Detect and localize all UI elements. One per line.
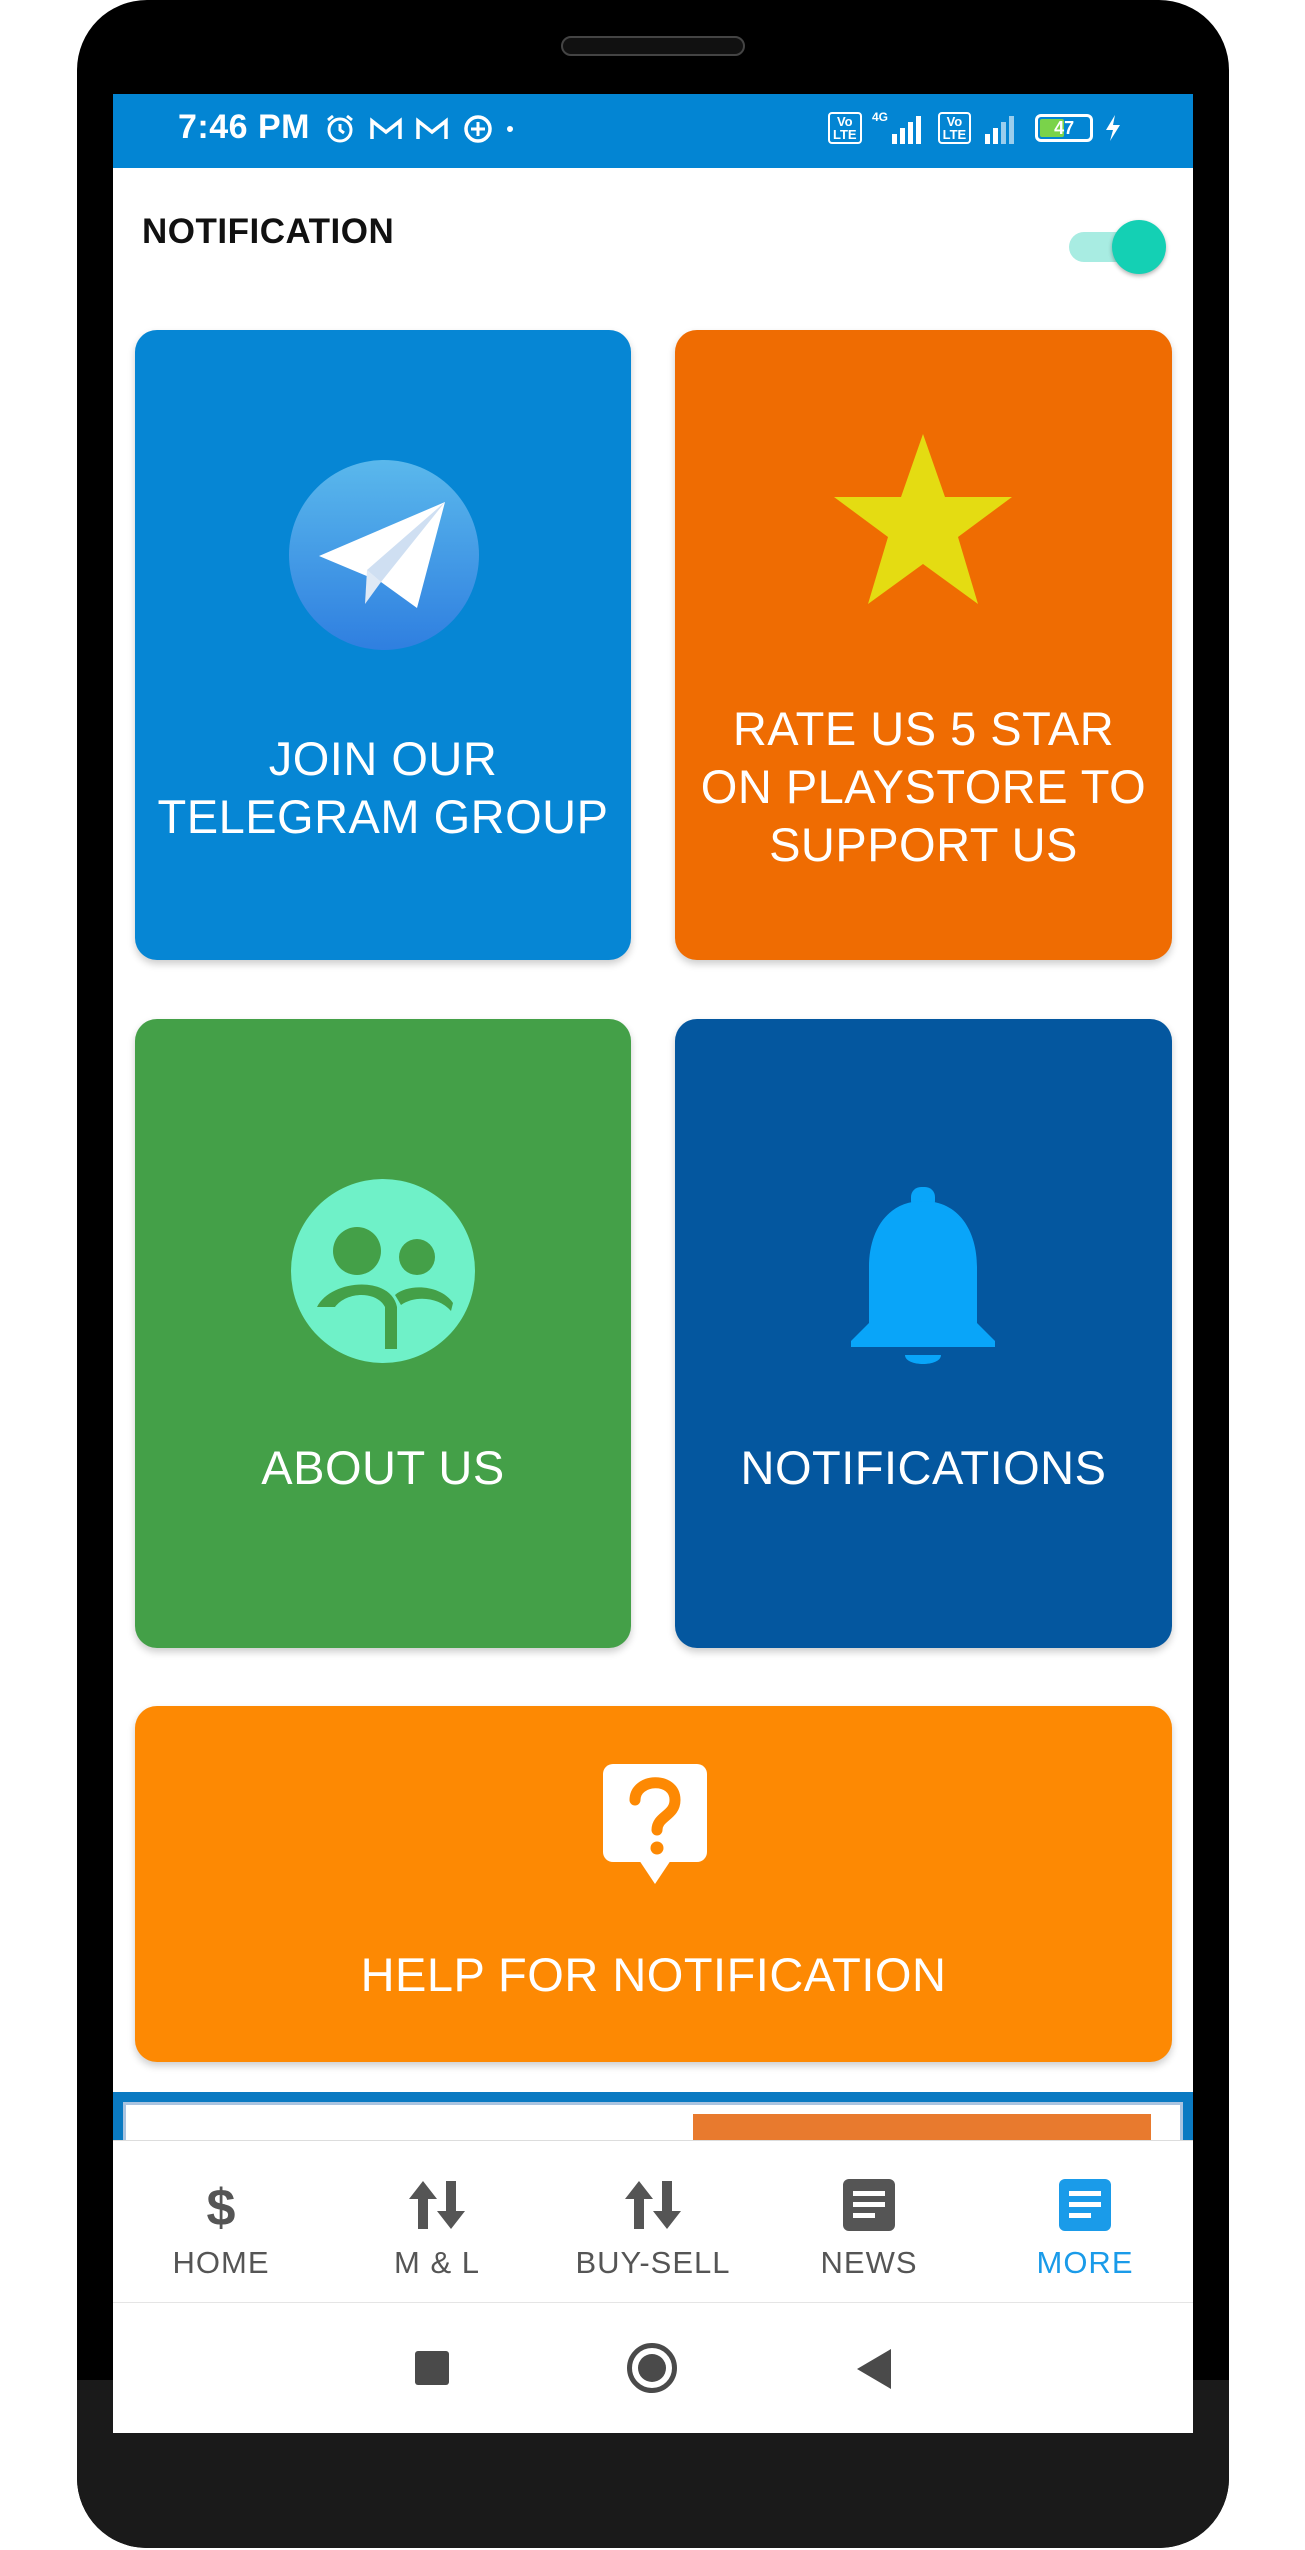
status-icons-left [323, 112, 513, 146]
charging-icon [1106, 115, 1121, 141]
nav-home-label: HOME [172, 2245, 270, 2280]
battery-icon: 47 [1035, 114, 1094, 142]
status-icons-right: Vo LTE 4G Vo LTE 47 [828, 110, 1123, 146]
nav-news-label: NEWS [820, 2245, 918, 2280]
updown-arrows-icon [409, 2181, 465, 2229]
volte-icon: Vo LTE [828, 112, 862, 144]
help-for-notification-card[interactable]: HELP FOR NOTIFICATION [135, 1706, 1172, 2062]
group-icon [291, 1179, 475, 1363]
updown-arrows-icon [625, 2181, 681, 2229]
article-icon [843, 2179, 895, 2231]
volte-icon: Vo LTE [937, 112, 972, 144]
notifications-card[interactable]: NOTIFICATIONS [675, 1019, 1172, 1648]
rate-us-label: RATE US 5 STAR ON PLAYSTORE TO SUPPORT U… [700, 702, 1147, 871]
status-time: 7:46 PM [178, 108, 310, 146]
ad-banner[interactable] [113, 2092, 1193, 2162]
help-icon [603, 1764, 707, 1884]
gmail-icon [370, 117, 402, 139]
rate-us-card[interactable]: RATE US 5 STAR ON PLAYSTORE TO SUPPORT U… [675, 330, 1172, 960]
notification-toggle[interactable] [1069, 216, 1166, 274]
notification-label: NOTIFICATION [142, 212, 395, 251]
notification-setting-row: NOTIFICATION [113, 168, 1193, 304]
nav-m-and-l-label: M & L [394, 2245, 480, 2280]
recents-button[interactable] [415, 2351, 449, 2385]
nav-buy-sell[interactable]: BUY-SELL [545, 2141, 761, 2303]
help-label: HELP FOR NOTIFICATION [360, 1948, 947, 2001]
star-icon [834, 434, 1012, 604]
battery-level: 47 [1054, 117, 1075, 138]
nav-more[interactable]: MORE [977, 2141, 1193, 2303]
gmail-icon [416, 117, 448, 139]
article-icon [1059, 2179, 1111, 2231]
bell-icon [851, 1187, 995, 1364]
nav-more-label: MORE [1036, 2245, 1134, 2280]
screen: 7:46 PM VoLTE 4G VoLTE 47 NOTIFICATION [113, 94, 1193, 2433]
signal-icon: 4G [872, 110, 921, 144]
alarm-icon [327, 114, 353, 143]
nav-home[interactable]: $ HOME [113, 2141, 329, 2303]
status-bar: 7:46 PM Vo LTE 4G Vo LTE 47 [113, 94, 1193, 168]
toggle-knob [1112, 220, 1166, 274]
nav-buy-sell-label: BUY-SELL [575, 2245, 731, 2280]
system-navigation-bar [113, 2302, 1193, 2433]
bottom-navigation: $ HOME M & L BUY-SELL NEWS MORE [113, 2140, 1193, 2303]
signal-icon [985, 116, 1015, 144]
about-us-label: ABOUT US [261, 1441, 505, 1494]
earpiece-speaker [561, 36, 745, 56]
data-saver-icon [464, 115, 492, 143]
notifications-label: NOTIFICATIONS [740, 1441, 1107, 1494]
network-type: 4G [872, 110, 888, 124]
dot-icon [507, 126, 513, 132]
svg-text:$: $ [207, 2179, 236, 2235]
join-telegram-card[interactable]: JOIN OUR TELEGRAM GROUP [135, 330, 631, 960]
dollar-icon: $ [207, 2179, 236, 2235]
about-us-card[interactable]: ABOUT US [135, 1019, 631, 1648]
home-button[interactable] [627, 2343, 677, 2393]
telegram-icon [289, 460, 479, 650]
join-telegram-label: JOIN OUR TELEGRAM GROUP [157, 732, 609, 843]
back-button[interactable] [857, 2349, 891, 2389]
nav-m-and-l[interactable]: M & L [329, 2141, 545, 2303]
nav-news[interactable]: NEWS [761, 2141, 977, 2303]
